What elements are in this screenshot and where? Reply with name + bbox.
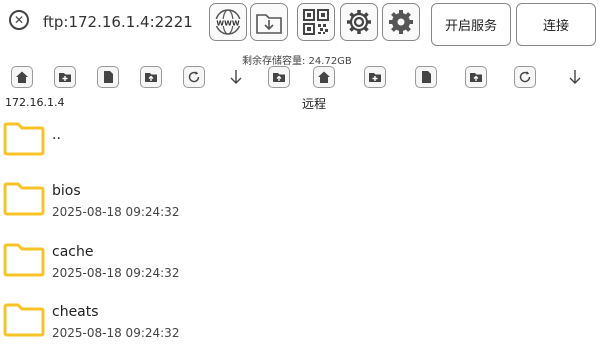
folder-icon [3, 182, 45, 216]
storage-remaining: 剩余存储容量: 24.72GB [242, 56, 352, 67]
local-path-label: 172.16.1.4 [5, 96, 65, 109]
remote-path-label: 远程 [302, 97, 327, 111]
ftp-address: ftp:172.16.1.4:2221 [43, 13, 193, 31]
list-item[interactable]: bios 2025-08-18 09:24:32 [0, 174, 600, 234]
file-icon [104, 71, 113, 83]
file-name: cheats [52, 304, 99, 320]
home-icon [318, 71, 330, 83]
start-service-button[interactable]: 开启服务 [431, 3, 511, 46]
download-folder-button[interactable] [250, 3, 288, 41]
close-icon[interactable]: ✕ [9, 10, 29, 30]
file-name: .. [52, 127, 61, 143]
file-date: 2025-08-18 09:24:32 [52, 205, 180, 219]
connect-button[interactable]: 连接 [516, 3, 596, 46]
arrow-down-icon [569, 70, 581, 84]
local-download-button[interactable] [225, 66, 247, 88]
folder-download-icon [256, 14, 282, 34]
folder-up-icon [145, 73, 157, 82]
folder-up-icon [273, 73, 285, 82]
remote-upload-folder-button[interactable] [465, 66, 487, 88]
top-bar: ✕ ftp:172.16.1.4:2221 WWW 开启服务 连接 [0, 0, 600, 48]
list-item[interactable]: .. [0, 112, 600, 172]
local-new-folder-button[interactable] [54, 66, 76, 88]
file-date: 2025-08-18 09:24:32 [52, 266, 180, 280]
remote-refresh-button[interactable] [514, 66, 536, 88]
local-new-file-button[interactable] [97, 66, 119, 88]
www-button[interactable]: WWW [209, 3, 247, 41]
refresh-icon [188, 71, 200, 83]
refresh-icon [519, 71, 531, 83]
local-refresh-button[interactable] [183, 66, 205, 88]
file-name: cache [52, 244, 94, 260]
folder-icon [3, 303, 45, 337]
local-parent-folder-button[interactable] [140, 66, 162, 88]
list-item[interactable]: cheats 2025-08-18 09:24:32 [0, 295, 600, 355]
svg-text:WWW: WWW [216, 20, 239, 28]
file-name: bios [52, 183, 81, 199]
remote-home-button[interactable] [313, 66, 335, 88]
settings-filled-icon [389, 10, 413, 34]
list-item[interactable]: cache 2025-08-18 09:24:32 [0, 235, 600, 295]
home-icon [16, 71, 28, 83]
www-icon: WWW [215, 9, 241, 35]
remote-download-button[interactable] [564, 66, 586, 88]
remote-new-folder-button[interactable] [364, 66, 386, 88]
qr-code-button[interactable] [297, 3, 335, 41]
new-folder-icon [369, 73, 381, 82]
settings-button[interactable] [382, 3, 420, 41]
local-home-button[interactable] [11, 66, 33, 88]
settings-outline-icon [347, 10, 371, 34]
new-folder-icon [59, 73, 71, 82]
settings-outline-button[interactable] [340, 3, 378, 41]
arrow-down-icon [230, 70, 242, 84]
remote-new-file-button[interactable] [415, 66, 437, 88]
folder-up-icon [470, 73, 482, 82]
folder-icon [3, 122, 45, 156]
folder-icon [3, 243, 45, 277]
file-icon [422, 71, 431, 83]
qr-code-icon [303, 9, 329, 35]
nav-bar [0, 66, 600, 92]
remote-parent-folder-button[interactable] [268, 66, 290, 88]
